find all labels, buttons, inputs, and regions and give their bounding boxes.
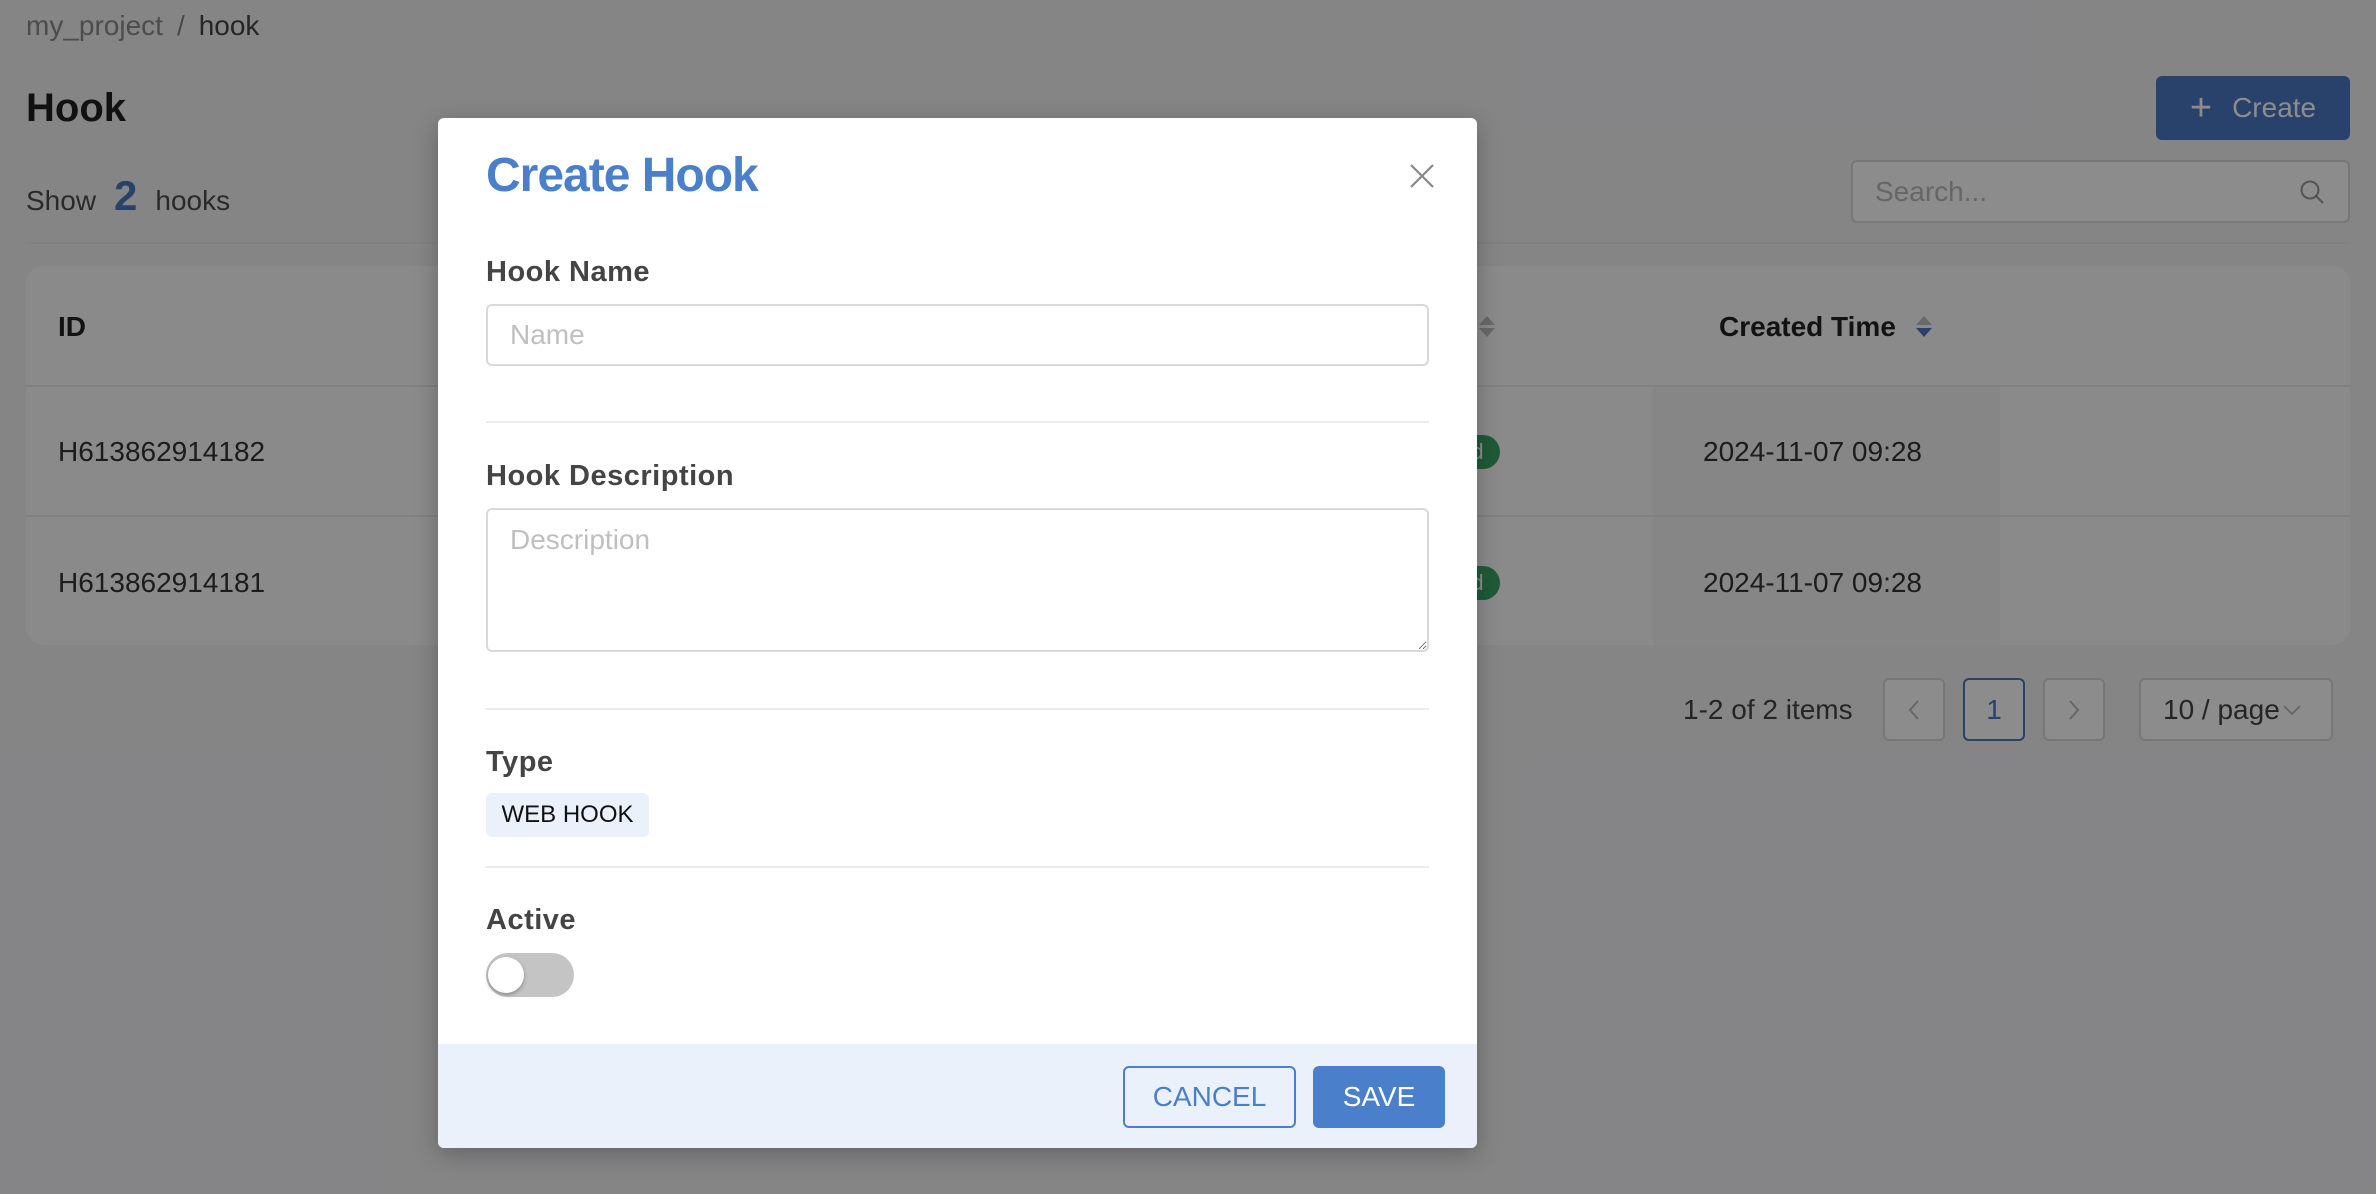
divider: [486, 866, 1429, 868]
hook-name-label: Hook Name: [486, 256, 651, 288]
divider: [486, 708, 1429, 710]
hook-name-input[interactable]: [486, 304, 1429, 366]
save-button[interactable]: SAVE: [1313, 1066, 1445, 1128]
type-tag: WEB HOOK: [486, 793, 649, 837]
dialog-title: Create Hook: [486, 149, 759, 202]
create-hook-dialog: Create Hook Hook Name Hook Description T…: [438, 118, 1477, 1148]
divider: [486, 421, 1429, 423]
toggle-knob: [488, 957, 524, 993]
hook-description-label: Hook Description: [486, 460, 735, 492]
dialog-footer: CANCEL SAVE: [438, 1044, 1477, 1148]
hook-description-textarea[interactable]: [486, 508, 1429, 652]
cancel-button[interactable]: CANCEL: [1123, 1066, 1296, 1128]
close-button[interactable]: [1408, 162, 1436, 190]
active-label: Active: [486, 904, 577, 936]
type-label: Type: [486, 746, 554, 778]
active-toggle[interactable]: [486, 953, 574, 997]
close-icon: [1410, 164, 1434, 188]
